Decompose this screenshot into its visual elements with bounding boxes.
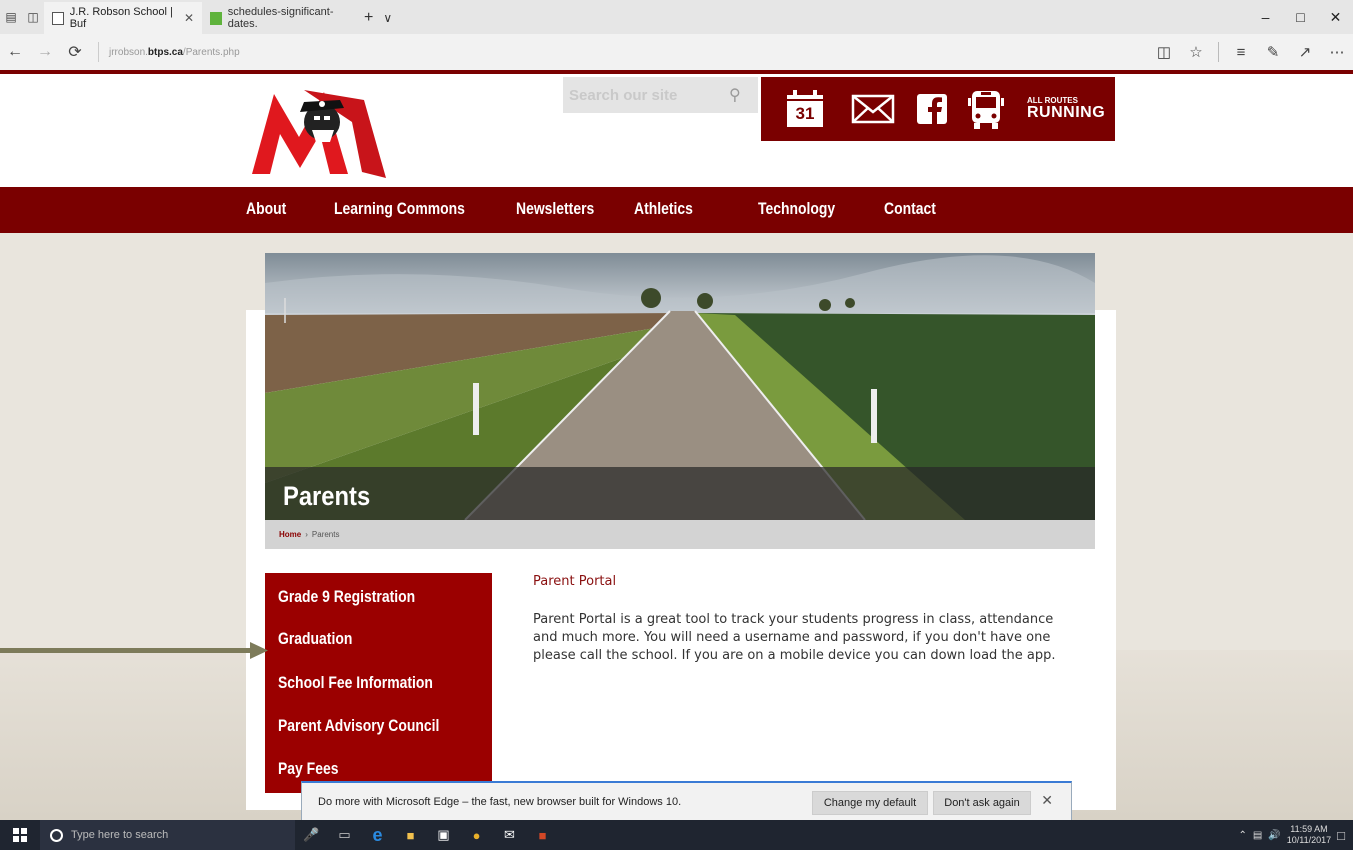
page-favicon-icon xyxy=(52,11,64,25)
notification-message: Do more with Microsoft Edge – the fast, … xyxy=(318,795,682,808)
system-clock[interactable]: 11:59 AM 10/11/2017 xyxy=(1287,824,1331,846)
bus-routes-status[interactable]: ALL ROUTES RUNNING xyxy=(1027,97,1105,121)
url-prefix: jrrobson. xyxy=(109,46,148,58)
favorite-star-icon[interactable]: ☆ xyxy=(1180,34,1212,70)
side-menu-parent-advisory-council[interactable]: Parent Advisory Council xyxy=(278,716,439,736)
task-view-icon[interactable]: ▭ xyxy=(328,820,361,850)
breadcrumb-separator: › xyxy=(305,530,308,539)
side-menu-graduation[interactable]: Graduation xyxy=(278,629,352,649)
site-header: ⚲ 31 ALL ROUTES RUNNING xyxy=(0,70,1353,187)
windows-taskbar: Type here to search 🎤 ▭ e ■ ▣ ● ✉ ■ ⌃ ▤ … xyxy=(0,820,1353,850)
tab-list-chevron-icon[interactable]: ∨ xyxy=(379,2,396,34)
school-logo[interactable] xyxy=(244,82,394,184)
window-controls: – □ ✕ xyxy=(1248,0,1353,34)
tab-jr-robson[interactable]: J.R. Robson School | Buf ✕ xyxy=(44,2,202,34)
share-icon[interactable]: ↗ xyxy=(1289,34,1321,70)
address-bar: ← → ⟳ jrrobson. btps.ca/Parents.php ◫ ☆ ≡… xyxy=(0,34,1353,70)
powerpoint-icon[interactable]: ■ xyxy=(526,820,559,850)
clock-date: 10/11/2017 xyxy=(1286,835,1332,845)
site-search-box: ⚲ xyxy=(563,77,758,113)
close-window-button[interactable]: ✕ xyxy=(1318,0,1353,34)
site-search-input[interactable] xyxy=(569,86,719,104)
file-explorer-icon[interactable]: ■ xyxy=(394,820,427,850)
more-icon[interactable]: ⋯ xyxy=(1321,34,1353,70)
quick-links-bar: 31 ALL ROUTES RUNNING xyxy=(761,77,1115,141)
side-menu-school-fee-information[interactable]: School Fee Information xyxy=(278,673,433,693)
page-title: Parents xyxy=(283,481,371,511)
forward-arrow-icon[interactable]: → xyxy=(30,34,60,70)
edge-browser-icon[interactable]: e xyxy=(361,820,394,850)
action-center-icon[interactable]: □ xyxy=(1337,828,1345,843)
email-icon[interactable] xyxy=(841,77,905,141)
routes-status-line2: RUNNING xyxy=(1027,104,1106,121)
refresh-icon[interactable]: ⟳ xyxy=(60,34,90,70)
breadcrumb-home[interactable]: Home xyxy=(279,530,301,539)
tab-set-aside-icon[interactable]: ▤ xyxy=(0,0,22,34)
address-bar-tools: ◫ ☆ ≡ ✎ ↗ ⋯ xyxy=(1148,34,1353,70)
main-navigation: About Learning Commons Newsletters Athle… xyxy=(0,187,1353,233)
hero-title-band xyxy=(265,467,1095,520)
url-domain: btps.ca xyxy=(147,46,183,58)
school-bus-icon[interactable] xyxy=(959,77,1013,141)
dont-ask-again-button[interactable]: Don't ask again xyxy=(933,791,1031,815)
back-arrow-icon[interactable]: ← xyxy=(0,34,30,70)
facebook-icon[interactable] xyxy=(905,77,959,141)
url-path: /Parents.php xyxy=(182,46,240,58)
network-icon[interactable]: ▤ xyxy=(1253,830,1262,841)
parent-portal-text: Parent Portal is a great tool to track y… xyxy=(533,612,1056,663)
windows-start-icon[interactable] xyxy=(0,820,40,850)
chrome-icon[interactable]: ● xyxy=(460,820,493,850)
clock-time: 11:59 AM xyxy=(1290,824,1328,834)
side-menu-pay-fees[interactable]: Pay Fees xyxy=(278,759,338,779)
calendar-day: 31 xyxy=(795,104,815,123)
annotation-arrow-icon xyxy=(0,642,268,659)
excel-favicon-icon xyxy=(210,11,222,25)
tab-close-icon[interactable]: ✕ xyxy=(184,11,194,25)
change-default-button[interactable]: Change my default xyxy=(812,791,928,815)
toolbar-divider xyxy=(1218,42,1219,62)
hero-banner: Parents xyxy=(265,253,1095,520)
breadcrumb-current: Parents xyxy=(311,530,340,539)
tab-schedules[interactable]: schedules-significant-dates. xyxy=(202,2,358,34)
tab-title: schedules-significant-dates. xyxy=(227,6,334,30)
system-tray: ⌃ ▤ 🔊 11:59 AM 10/11/2017 □ xyxy=(1238,820,1353,850)
browser-tab-bar: ▤ ◫ J.R. Robson School | Buf ✕ schedules… xyxy=(0,0,1353,34)
nav-newsletters[interactable]: Newsletters xyxy=(516,199,594,219)
tray-chevron-icon[interactable]: ⌃ xyxy=(1238,830,1246,841)
breadcrumb: Home › Parents xyxy=(265,520,1095,549)
volume-icon[interactable]: 🔊 xyxy=(1268,830,1280,841)
side-menu-grade-9-registration[interactable]: Grade 9 Registration xyxy=(278,587,415,607)
close-notification-icon[interactable]: ✕ xyxy=(1041,792,1053,809)
hub-icon[interactable]: ≡ xyxy=(1225,34,1257,70)
maximize-button[interactable]: □ xyxy=(1283,0,1318,34)
calendar-icon[interactable]: 31 xyxy=(769,77,841,141)
parents-side-menu: Grade 9 Registration Graduation School F… xyxy=(265,573,492,793)
nav-technology[interactable]: Technology xyxy=(758,199,835,219)
microphone-icon[interactable]: 🎤 xyxy=(295,820,328,850)
taskbar-search-box[interactable]: Type here to search xyxy=(40,820,295,850)
url-field[interactable]: jrrobson. btps.ca/Parents.php xyxy=(98,42,240,62)
tab-title: J.R. Robson School | Buf xyxy=(69,6,173,30)
web-note-icon[interactable]: ✎ xyxy=(1257,34,1289,70)
tab-preview-icon[interactable]: ◫ xyxy=(22,0,44,34)
reading-view-icon[interactable]: ◫ xyxy=(1148,34,1180,70)
nav-athletics[interactable]: Athletics xyxy=(634,199,693,219)
edge-default-browser-notification: Do more with Microsoft Edge – the fast, … xyxy=(301,781,1072,821)
nav-contact[interactable]: Contact xyxy=(884,199,936,219)
cortana-icon xyxy=(50,828,63,842)
nav-learning-commons[interactable]: Learning Commons xyxy=(334,199,465,219)
search-icon[interactable]: ⚲ xyxy=(729,85,741,105)
parent-portal-heading: Parent Portal xyxy=(533,574,617,589)
taskbar-search-placeholder: Type here to search xyxy=(71,829,169,841)
new-tab-button[interactable]: + xyxy=(358,2,379,34)
nav-about[interactable]: About xyxy=(246,199,286,219)
mail-icon[interactable]: ✉ xyxy=(493,820,526,850)
store-icon[interactable]: ▣ xyxy=(427,820,460,850)
minimize-button[interactable]: – xyxy=(1248,0,1283,34)
